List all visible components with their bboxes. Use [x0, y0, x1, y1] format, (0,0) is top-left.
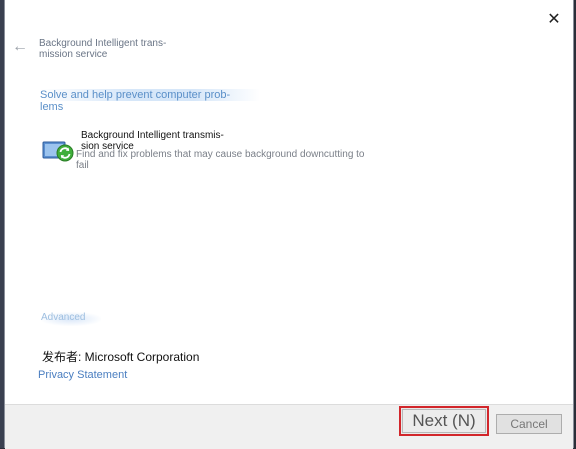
back-button[interactable]: ← [11, 38, 29, 56]
privacy-statement-link[interactable]: Privacy Statement [38, 369, 127, 381]
back-arrow-icon: ← [12, 38, 28, 55]
dialog-title-line1: Background Intelligent trans- [39, 38, 167, 49]
dialog-title: Background Intelligent trans- mission se… [39, 38, 199, 60]
cancel-button[interactable]: Cancel [496, 414, 562, 434]
item-desc-line2: fail [76, 160, 89, 171]
next-button-highlight: Next (N) [399, 406, 489, 436]
dialog-title-line2: mission service [39, 49, 108, 60]
close-icon: ✕ [547, 11, 561, 28]
advanced-link[interactable]: Advanced [41, 312, 101, 326]
troubleshooter-refresh-icon [42, 141, 74, 162]
publisher-label: 发布者: Microsoft Corporation [42, 350, 200, 364]
section-heading: Solve and help prevent computer prob- le… [40, 89, 260, 113]
section-heading-line2: lems [40, 101, 64, 113]
troubleshooter-item-description: Find and fix problems that may cause bac… [76, 149, 396, 171]
item-desc-line1: Find and fix problems that may cause bac… [76, 149, 365, 160]
item-title-line1: Background Intelligent transmis- [81, 130, 224, 141]
next-button[interactable]: Next (N) [402, 409, 486, 433]
close-button[interactable]: ✕ [543, 8, 565, 30]
section-heading-line1: Solve and help prevent computer prob- [40, 89, 260, 101]
troubleshooter-dialog: ✕ ← Background Intelligent trans- missio… [4, 0, 574, 449]
